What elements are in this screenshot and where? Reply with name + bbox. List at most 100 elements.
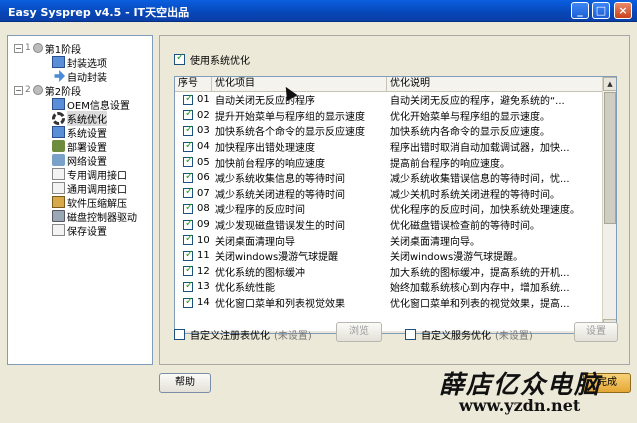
service-optimization-status: (未设置) xyxy=(495,331,533,342)
table-row[interactable]: 12 优化系统的图标缓冲 加大系统的图标缓冲，提高系统的开机... xyxy=(175,264,603,280)
tree-item-oem-info[interactable]: OEM信息设置 xyxy=(52,97,130,112)
help-button[interactable]: 帮助 xyxy=(159,373,211,393)
row-item: 自动关闭无反应的程序 xyxy=(215,96,315,108)
row-checkbox[interactable] xyxy=(183,155,193,168)
row-checkbox[interactable] xyxy=(183,140,193,152)
tree-item-disk-controller-driver[interactable]: 磁盘控制器驱动 xyxy=(52,209,137,224)
table-row[interactable]: 01 自动关闭无反应的程序 自动关闭无反应的程序，避免系统的“... xyxy=(175,92,603,108)
header-item[interactable]: 优化项目 xyxy=(212,77,387,91)
table-row[interactable]: 11 关闭windows漫游气球提醒 关闭windows漫游气球提醒。 xyxy=(175,248,603,264)
tree-item-label: 部署设置 xyxy=(67,142,107,154)
registry-optimization-checkbox[interactable] xyxy=(174,329,185,340)
row-checkbox[interactable] xyxy=(183,280,193,292)
row-item: 关闭桌面清理向导 xyxy=(215,236,295,248)
scrollbar-thumb[interactable] xyxy=(604,92,616,224)
watermark-url: www.yzdn.net xyxy=(459,396,581,415)
table-row[interactable]: 13 优化系统性能 始终加载系统核心到内存中，增加系统... xyxy=(175,279,603,295)
table-row[interactable]: 14 优化窗口菜单和列表视觉效果 优化窗口菜单和列表的视觉效果，提高... xyxy=(175,295,603,311)
row-number: 04 xyxy=(197,141,210,153)
tree-item-deploy-settings[interactable]: 部署设置 xyxy=(52,139,107,154)
row-checkbox[interactable] xyxy=(183,296,193,308)
row-checkbox[interactable] xyxy=(183,186,193,199)
tree-stage-2[interactable]: − 2 第2阶段 xyxy=(14,83,82,98)
registry-optimization-option[interactable]: 自定义注册表优化 (未设置) xyxy=(174,327,312,342)
row-description: 提高前台程序的响应速度。 xyxy=(390,158,510,170)
row-seq-cell: 01 xyxy=(175,93,212,105)
tree-item-software-compression[interactable]: 软件压缩解压 xyxy=(52,195,127,210)
gear-icon xyxy=(52,111,65,125)
row-item: 加快程序出错处理速度 xyxy=(215,143,315,155)
header-seq[interactable]: 序号 xyxy=(175,77,212,91)
table-row[interactable]: 05 加快前台程序的响应速度 提高前台程序的响应速度。 xyxy=(175,154,603,170)
row-number: 07 xyxy=(197,187,210,199)
row-checkbox[interactable] xyxy=(183,93,193,105)
row-checkbox[interactable] xyxy=(183,108,193,121)
table-row[interactable]: 03 加快系统各个命令的显示反应速度 加快系统内各命令的显示反应速度。 xyxy=(175,123,603,139)
minimize-button[interactable]: _ xyxy=(571,2,589,19)
tree-item-label: 专用调用接口 xyxy=(67,170,127,182)
document-icon xyxy=(52,168,65,180)
tree-item-dedicated-interface[interactable]: 专用调用接口 xyxy=(52,167,127,182)
optimization-list[interactable]: 序号 优化项目 优化说明 01 自动关闭无反应的程序 自动关闭无反应的程序，避免系统… xyxy=(174,76,617,334)
row-checkbox[interactable] xyxy=(183,249,193,261)
row-checkbox[interactable] xyxy=(183,264,193,277)
row-description: 自动关闭无反应的程序，避免系统的“... xyxy=(390,96,565,108)
vertical-scrollbar[interactable]: ▲ ▼ xyxy=(602,77,616,333)
drive-icon xyxy=(52,210,65,222)
tree-item-system-optimization[interactable]: 系统优化 xyxy=(52,110,107,126)
tree-item-auto-package[interactable]: 自动封装 xyxy=(52,69,107,84)
tree-item-generic-interface[interactable]: 通用调用接口 xyxy=(52,181,127,196)
table-row[interactable]: 06 减少系统收集信息的等待时间 减少系统收集错误信息的等待时间，忧... xyxy=(175,170,603,186)
stage-number: 2 xyxy=(25,85,31,95)
use-optimization-checkbox[interactable] xyxy=(174,52,185,65)
row-item: 优化窗口菜单和列表视觉效果 xyxy=(215,299,345,311)
service-settings-button[interactable]: 设置 xyxy=(574,322,618,342)
table-row[interactable]: 10 关闭桌面清理向导 关闭桌面清理向导。 xyxy=(175,232,603,248)
service-optimization-option[interactable]: 自定义服务优化 (未设置) xyxy=(405,327,533,342)
browse-button[interactable]: 浏览 xyxy=(336,322,382,342)
table-row[interactable]: 02 提升开始菜单与程序组的显示速度 优化开始菜单与程序组的显示速度。 xyxy=(175,108,603,124)
row-checkbox[interactable] xyxy=(183,218,193,230)
service-optimization-checkbox[interactable] xyxy=(405,329,416,340)
use-optimization-label: 使用系统优化 xyxy=(190,56,250,67)
table-row[interactable]: 08 减少程序的反应时间 优化程序的反应时间，加快系统处理速度。 xyxy=(175,201,603,217)
tree-stage-1[interactable]: − 1 第1阶段 xyxy=(14,41,81,56)
row-number: 08 xyxy=(197,203,210,215)
row-seq-cell: 08 xyxy=(175,202,212,215)
box-icon xyxy=(52,196,65,208)
collapse-icon[interactable]: − xyxy=(14,43,23,53)
tree-item-label: OEM信息设置 xyxy=(67,100,130,112)
row-checkbox[interactable] xyxy=(183,171,193,183)
row-description: 关闭桌面清理向导。 xyxy=(390,236,480,248)
scroll-up-icon[interactable]: ▲ xyxy=(603,77,616,91)
row-seq-cell: 14 xyxy=(175,296,212,308)
row-number: 13 xyxy=(197,281,210,293)
title-bar[interactable]: Easy Sysprep v4.5 - IT天空出品 _ □ × xyxy=(0,0,637,22)
tree-item-save-settings[interactable]: 保存设置 xyxy=(52,223,107,238)
close-button[interactable]: × xyxy=(614,2,632,19)
row-description: 加大系统的图标缓冲，提高系统的开机... xyxy=(390,267,570,279)
tree-stage-label: 第2阶段 xyxy=(44,86,82,98)
table-row[interactable]: 09 减少发现磁盘错误发生的时间 优化磁盘错误检查前的等待时间。 xyxy=(175,217,603,233)
row-item: 加快前台程序的响应速度 xyxy=(215,158,325,170)
network-icon xyxy=(52,154,65,166)
table-row[interactable]: 07 减少系统关闭进程的等待时间 减少关机时系统关闭进程的等待时间。 xyxy=(175,186,603,202)
row-checkbox[interactable] xyxy=(183,233,193,246)
navigation-tree[interactable]: − 1 第1阶段 封装选项 自动封装 − 2 第2阶段 OEM信息设置 系统优化… xyxy=(7,35,153,365)
row-checkbox[interactable] xyxy=(183,124,193,136)
tree-item-network-settings[interactable]: 网络设置 xyxy=(52,153,107,168)
tree-item-label: 通用调用接口 xyxy=(67,184,127,196)
maximize-button[interactable]: □ xyxy=(592,2,610,19)
use-optimization-option[interactable]: 使用系统优化 xyxy=(174,52,250,67)
list-rows: 01 自动关闭无反应的程序 自动关闭无反应的程序，避免系统的“... 02 提升开始菜单… xyxy=(175,92,603,310)
header-desc[interactable]: 优化说明 xyxy=(387,77,603,91)
monitor-icon xyxy=(52,56,65,68)
collapse-icon[interactable]: − xyxy=(14,85,23,95)
row-item: 优化系统的图标缓冲 xyxy=(215,267,305,279)
row-description: 优化磁盘错误检查前的等待时间。 xyxy=(390,221,540,233)
table-row[interactable]: 04 加快程序出错处理速度 程序出错时取消自动加载调试器，加快... xyxy=(175,139,603,155)
tree-item-system-settings[interactable]: 系统设置 xyxy=(52,125,107,140)
row-checkbox[interactable] xyxy=(183,202,193,214)
row-number: 06 xyxy=(197,172,210,184)
tree-item-package-options[interactable]: 封装选项 xyxy=(52,55,107,70)
